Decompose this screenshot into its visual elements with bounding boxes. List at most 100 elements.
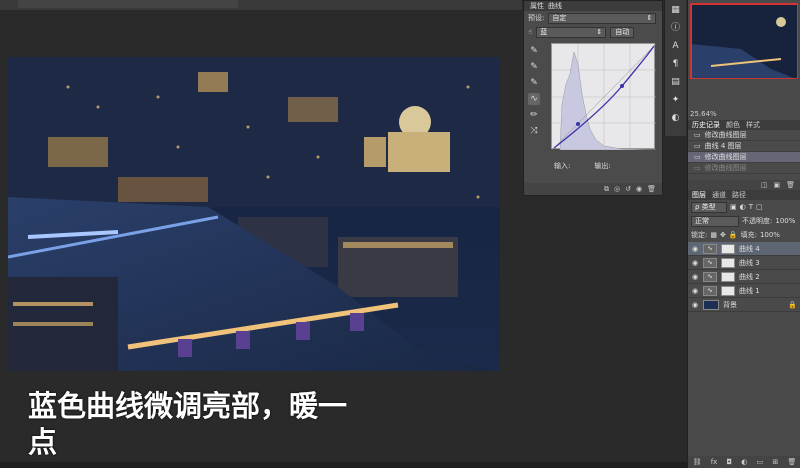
adjustment-panel-icon[interactable]: ◐ (669, 112, 683, 125)
clip-icon[interactable]: ⧉ (604, 185, 609, 194)
pencil-icon[interactable]: ✏ (528, 109, 540, 121)
history-item[interactable]: ▭ 修改曲线图层 (688, 163, 800, 174)
view-previous-icon[interactable]: ◎ (614, 185, 620, 193)
trash-icon[interactable]: 🗑 (647, 185, 656, 193)
tab-color[interactable]: 颜色 (726, 120, 740, 130)
input-label: 输入: (554, 162, 571, 170)
curves-adjustment-icon: ∿ (703, 271, 717, 282)
lock-row: 锁定: ▦ ✥ 🔒 填充: 100% (688, 228, 800, 242)
snapshot-icon[interactable]: ◫ (761, 181, 768, 189)
right-panels: 25.64% 历史记录 颜色 样式 ▭ 修改曲线图层 ▭ 曲线 4 图层 ▭ 修改曲线… (687, 0, 800, 468)
blend-row: 正常 不透明度: 100% (688, 214, 800, 228)
eye-icon[interactable]: ◉ (691, 245, 699, 253)
curves-graph[interactable] (551, 43, 657, 151)
history-item-label: 修改曲线图层 (704, 153, 747, 161)
layer-filter-select[interactable]: ρ 类型 (691, 201, 727, 213)
layer-mask-thumb[interactable] (721, 271, 735, 282)
history-panel-icon[interactable]: ▦ (669, 4, 683, 17)
fx-icon[interactable]: fx (711, 458, 718, 466)
history-item[interactable]: ▭ 修改曲线图层 (688, 130, 800, 141)
visibility-icon[interactable]: ◉ (636, 185, 642, 193)
opacity-value[interactable]: 100% (775, 217, 795, 225)
eye-icon[interactable]: ◉ (691, 301, 699, 309)
history-state-icon: ▭ (694, 142, 701, 150)
preset-value: 自定 (552, 14, 567, 22)
curves-tools: ✎ ✎ ✎ ∿ ✏ ⤨ (528, 45, 544, 141)
brush-panel-icon[interactable]: ✦ (669, 94, 683, 107)
lock-pixels-icon[interactable]: ▦ (710, 231, 717, 239)
trash-icon[interactable]: 🗑 (786, 181, 795, 189)
layer-name: 背景 (723, 300, 737, 309)
lock-all-icon[interactable]: 🔒 (729, 231, 738, 239)
blend-mode-select[interactable]: 正常 (691, 215, 739, 227)
info-panel-icon[interactable]: ⓘ (669, 22, 683, 35)
chevron-down-icon: ⇕ (646, 14, 653, 22)
new-layer-icon[interactable]: ⊞ (772, 458, 778, 466)
channel-select[interactable]: 蓝 ⇕ (536, 26, 607, 38)
preset-select[interactable]: 自定 ⇕ (548, 12, 657, 24)
link-icon[interactable]: ⛓ (693, 458, 702, 466)
mask-icon[interactable]: ◘ (727, 458, 733, 466)
tab-history[interactable]: 历史记录 (692, 120, 720, 130)
layer-comps-icon[interactable]: ▤ (669, 76, 683, 89)
character-panel-icon[interactable]: A (669, 40, 683, 53)
camera-icon[interactable]: ▣ (773, 181, 780, 189)
curves-adjustment-icon: ∿ (703, 257, 717, 268)
history-list: ▭ 修改曲线图层 ▭ 曲线 4 图层 ▭ 修改曲线图层 ▭ 修改曲线图层 (688, 130, 800, 174)
properties-panel: 属性 曲线 预设: 自定 ⇕ ☝ 蓝 ⇕ 自动 ✎ ✎ ✎ ∿ ✏ ⤨ 输入: … (523, 0, 663, 196)
layer-filter-value: ρ 类型 (695, 203, 716, 211)
layer-row-curves-1[interactable]: ◉ ∿ 曲线 1 (688, 284, 800, 298)
adjustment-icon[interactable]: ◐ (741, 458, 747, 466)
channel-row: ☝ 蓝 ⇕ 自动 (524, 25, 662, 39)
navigator-preview (691, 4, 797, 78)
document-canvas-photo[interactable] (8, 57, 500, 371)
filter-type-icon[interactable]: T (749, 203, 753, 211)
auto-button[interactable]: 自动 (610, 26, 635, 38)
layer-row-background[interactable]: ◉ 背景 🔒 (688, 298, 800, 312)
tab-layers[interactable]: 图层 (692, 190, 706, 200)
layer-row-curves-2[interactable]: ◉ ∿ 曲线 2 (688, 270, 800, 284)
eye-icon[interactable]: ◉ (691, 259, 699, 267)
trash-icon[interactable]: 🗑 (787, 458, 796, 466)
layer-row-curves-3[interactable]: ◉ ∿ 曲线 3 (688, 256, 800, 270)
curves-adjustment-icon: ∿ (703, 243, 717, 254)
layers-footer: ⛓ fx ◘ ◐ ▭ ⊞ 🗑 (688, 456, 800, 468)
folder-icon[interactable]: ▭ (757, 458, 764, 466)
layer-name: 曲线 2 (739, 272, 760, 281)
history-item-selected[interactable]: ▭ 修改曲线图层 (688, 152, 800, 163)
eye-icon[interactable]: ◉ (691, 287, 699, 295)
channel-value: 蓝 (540, 28, 548, 36)
paragraph-panel-icon[interactable]: ¶ (669, 58, 683, 71)
eye-icon[interactable]: ◉ (691, 273, 699, 281)
curve-point-icon[interactable]: ∿ (528, 93, 540, 105)
layer-row-curves-4[interactable]: ◉ ∿ 曲线 4 (688, 242, 800, 256)
photoshop-workspace: 蓝色曲线微调亮部，暖一 点 属性 曲线 预设: 自定 ⇕ ☝ 蓝 ⇕ 自动 ✎ … (0, 0, 800, 468)
curves-adjustment-icon: ∿ (703, 285, 717, 296)
background-thumb (703, 299, 719, 310)
filter-pixel-icon[interactable]: ▣ (730, 203, 737, 211)
document-tab-strip (0, 0, 522, 10)
eyedropper-white-icon[interactable]: ✎ (528, 77, 540, 89)
curves-histogram-svg (551, 43, 657, 151)
eyedropper-black-icon[interactable]: ✎ (528, 45, 540, 57)
smooth-icon[interactable]: ⤨ (528, 125, 540, 137)
layer-mask-thumb[interactable] (721, 257, 735, 268)
tab-properties[interactable]: 属性 (530, 1, 544, 11)
filter-adjust-icon[interactable]: ◐ (740, 203, 746, 211)
lock-move-icon[interactable]: ✥ (720, 231, 726, 239)
fill-value[interactable]: 100% (760, 231, 780, 239)
filter-shape-icon[interactable]: ▢ (756, 203, 763, 211)
layer-mask-thumb[interactable] (721, 243, 735, 254)
tab-channels[interactable]: 通道 (712, 190, 726, 200)
history-item[interactable]: ▭ 曲线 4 图层 (688, 141, 800, 152)
tab-styles[interactable]: 样式 (746, 120, 760, 130)
tab-paths[interactable]: 路径 (732, 190, 746, 200)
reset-icon[interactable]: ↺ (625, 185, 631, 193)
navigator-zoom[interactable]: 25.64% (690, 110, 717, 118)
history-item-label: 曲线 4 图层 (704, 142, 742, 150)
hand-adjust-icon[interactable]: ☝ (528, 28, 532, 36)
eyedropper-gray-icon[interactable]: ✎ (528, 61, 540, 73)
layer-mask-thumb[interactable] (721, 285, 735, 296)
history-tabbar: 历史记录 颜色 样式 (688, 120, 800, 130)
navigator-thumbnail[interactable] (690, 3, 798, 79)
